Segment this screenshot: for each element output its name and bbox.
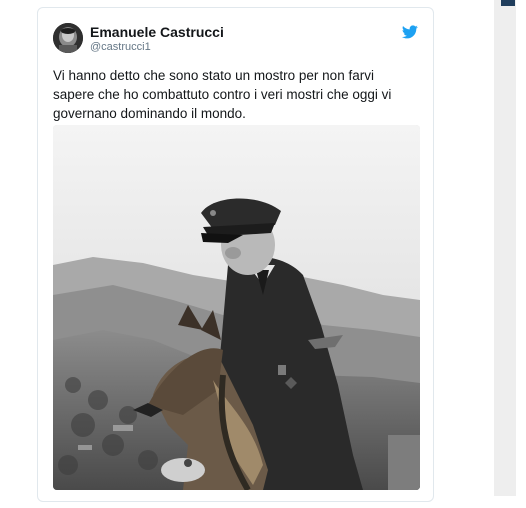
page: Emanuele Castrucci @castrucci1 Vi hanno … xyxy=(0,0,526,508)
avatar-portrait-icon xyxy=(53,23,83,53)
embedded-tweet-card[interactable]: Emanuele Castrucci @castrucci1 Vi hanno … xyxy=(37,7,434,502)
tweet-photo[interactable] xyxy=(53,125,420,490)
author-handle[interactable]: @castrucci1 xyxy=(90,41,151,53)
tweet-text: Vi hanno detto che sono stato un mostro … xyxy=(53,68,392,121)
avatar[interactable] xyxy=(53,23,83,53)
tweet-header: Emanuele Castrucci @castrucci1 xyxy=(53,23,418,57)
right-sidebar-edge xyxy=(494,0,516,496)
right-sidebar-accent xyxy=(501,0,515,6)
author-name[interactable]: Emanuele Castrucci xyxy=(90,24,224,40)
photo-image xyxy=(53,125,420,490)
twitter-bird-icon[interactable] xyxy=(401,25,418,39)
